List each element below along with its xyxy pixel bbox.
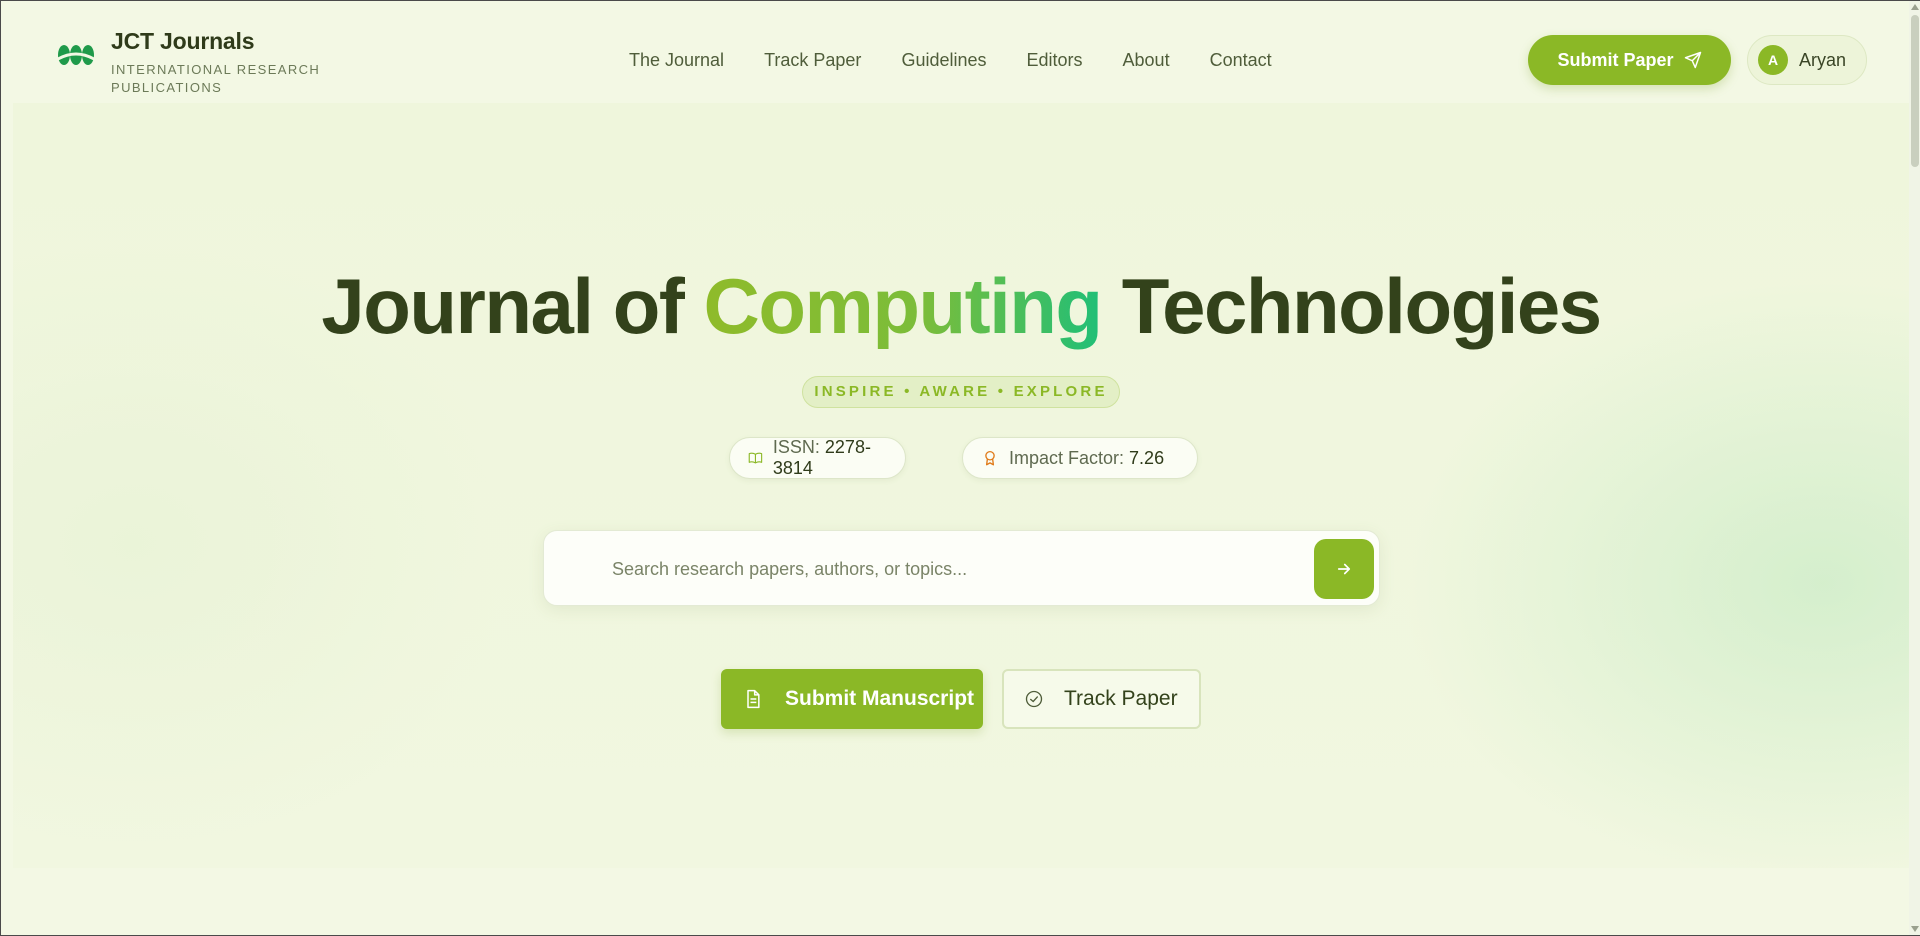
title-accent: Computing (703, 262, 1104, 350)
scroll-up-arrow-icon[interactable] (1911, 4, 1919, 10)
arrow-right-icon (1337, 563, 1351, 575)
track-paper-button[interactable]: Track Paper (1002, 669, 1201, 729)
issn-label: ISSN: (772, 437, 820, 457)
hero-section: Journal of Computing Technologies INSPIR… (13, 103, 1909, 868)
brand-name: JCT Journals (111, 28, 255, 54)
title-suffix: Technologies (1101, 262, 1602, 350)
impact-label: Impact Factor: (1009, 447, 1125, 468)
check-circle-icon (1025, 690, 1043, 708)
nav-item-the-journal[interactable]: The Journal (629, 49, 724, 71)
award-icon (985, 450, 995, 466)
send-icon (1684, 51, 1701, 69)
submit-paper-button[interactable]: Submit Paper (1528, 35, 1731, 85)
submit-manuscript-label: Submit Manuscript (785, 687, 975, 710)
nav-item-editors[interactable]: Editors (1027, 49, 1083, 71)
user-name: Aryan (1799, 49, 1847, 70)
search-input[interactable] (612, 551, 1292, 587)
nav-item-contact[interactable]: Contact (1210, 49, 1272, 71)
submit-paper-label: Submit Paper (1557, 49, 1674, 70)
impact-value: 7.26 (1129, 447, 1165, 468)
issn-badge: ISSN: 2278-3814 (729, 437, 906, 479)
page-scrollbar[interactable] (1909, 1, 1920, 935)
submit-manuscript-button[interactable]: Submit Manuscript (721, 669, 983, 729)
document-icon (747, 689, 760, 709)
title-prefix: Journal of (321, 262, 704, 350)
main-nav: The Journal Track Paper Guidelines Edito… (629, 49, 1312, 71)
search-box (543, 530, 1380, 606)
nav-item-track-paper[interactable]: Track Paper (764, 49, 861, 71)
nav-item-about[interactable]: About (1123, 49, 1170, 71)
page-title: Journal of Computing Technologies (13, 261, 1909, 351)
scroll-down-arrow-icon[interactable] (1911, 926, 1919, 932)
search-submit-button[interactable] (1314, 539, 1374, 599)
leaf-logo-icon (57, 45, 95, 65)
user-menu[interactable]: A Aryan (1747, 35, 1867, 85)
open-book-icon (748, 452, 763, 464)
nav-item-guidelines[interactable]: Guidelines (901, 49, 986, 71)
site-header: JCT Journals International Research Publ… (1, 1, 1909, 119)
brand-tagline: International Research Publications (111, 62, 321, 95)
scrollbar-thumb[interactable] (1911, 15, 1919, 167)
avatar: A (1758, 45, 1788, 75)
tagline-badge: INSPIRE • AWARE • EXPLORE (802, 376, 1120, 408)
impact-factor-badge: Impact Factor: 7.26 (962, 437, 1198, 479)
brand[interactable]: JCT Journals International Research Publ… (55, 27, 331, 97)
track-paper-label: Track Paper (1064, 687, 1178, 710)
